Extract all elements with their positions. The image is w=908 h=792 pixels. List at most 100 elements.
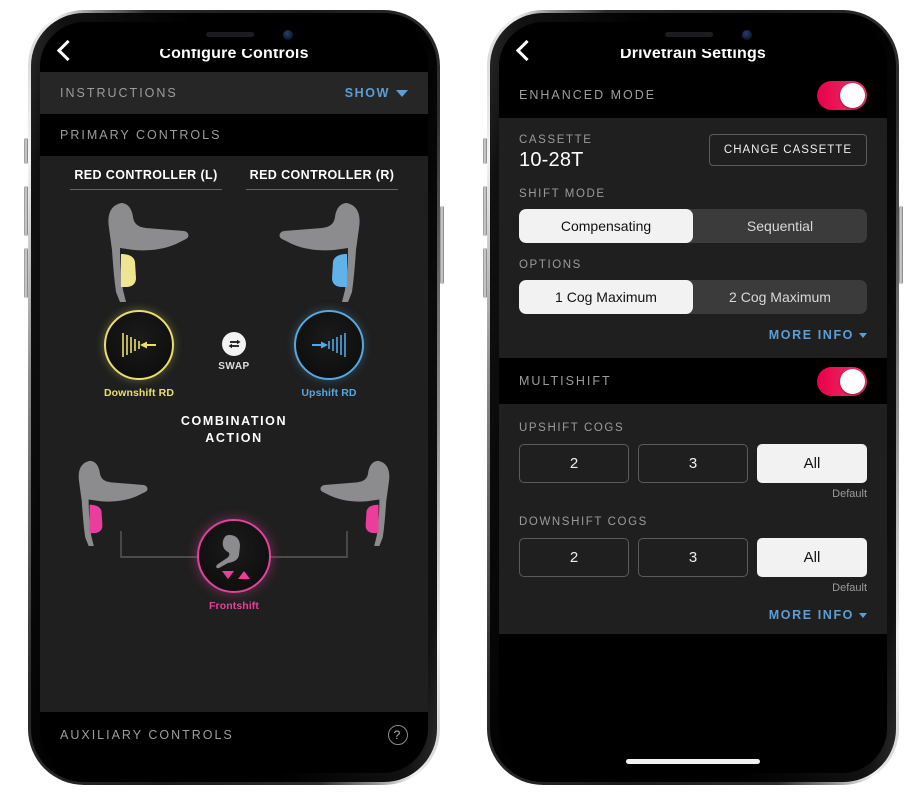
notch-right [604,22,782,49]
options-label: OPTIONS [519,259,582,271]
multishift-card: UPSHIFT COGS 2 3 All Default DOWNSHIFT C… [499,404,887,634]
downshift-cogs-label: DOWNSHIFT COGS [519,516,648,528]
right-phone-bezel: Drivetrain Settings ENHANCED MODE CASSET… [490,13,896,782]
mute-switch-right[interactable] [483,138,487,164]
back-chevron-icon-right[interactable] [515,39,538,62]
upshift-rd-icon[interactable] [294,310,364,380]
question-mark-icon[interactable]: ? [388,725,408,745]
options-option-1cog[interactable]: 1 Cog Maximum [519,280,693,314]
instructions-row[interactable]: INSTRUCTIONS SHOW [40,72,428,114]
swap-arrows-icon[interactable] [222,331,246,356]
mute-switch[interactable] [24,138,28,164]
upshift-rd-label: Upshift RD [301,387,357,399]
downshift-cog-3[interactable]: 3 [638,538,748,577]
shifter-right-graphic [234,196,410,306]
right-phone-device: Drivetrain Settings ENHANCED MODE CASSET… [483,10,903,785]
enhanced-mode-row: ENHANCED MODE [499,72,887,118]
left-phone-device: Configure Controls INSTRUCTIONS SHOW PRI… [24,10,444,785]
help-glyph: ? [393,728,403,742]
volume-up-button[interactable] [24,186,28,236]
controller-right-title: RED CONTROLLER (R) [245,168,399,190]
earpiece-speaker-icon-right [665,32,714,37]
volume-up-button-right[interactable] [483,186,487,236]
multishift-toggle[interactable] [817,366,867,396]
crankset-icon [216,535,250,579]
power-button-right[interactable] [899,206,903,284]
shifter-left-graphic [58,196,234,306]
more-info-bottom-row[interactable]: MORE INFO [519,606,867,624]
swap-label: SWAP [218,360,250,372]
downshift-assignment[interactable]: Downshift RD [74,310,204,399]
multishift-row: MULTISHIFT [499,358,887,404]
configure-controls-screen: Configure Controls INSTRUCTIONS SHOW PRI… [40,22,428,773]
front-camera-icon-right [742,30,752,40]
home-indicator[interactable] [626,759,760,764]
cassette-downshift-icon [122,333,156,357]
back-chevron-icon[interactable] [56,39,79,62]
primary-controls-panel: RED CONTROLLER (L) RED CONTROLLER (R) Do… [40,156,428,712]
combination-title-line2: ACTION [205,431,263,445]
options-option-2cog[interactable]: 2 Cog Maximum [693,280,867,314]
downshift-cog-all[interactable]: All [757,538,867,577]
downshift-default-note: Default [832,582,867,594]
shift-mode-option-compensating[interactable]: Compensating [519,209,693,243]
downshift-cog-2[interactable]: 2 [519,538,629,577]
shift-mode-segmented-control[interactable]: Compensating Sequential [519,209,867,243]
enhanced-mode-label: ENHANCED MODE [519,88,657,102]
primary-controls-label: PRIMARY CONTROLS [60,128,222,142]
more-info-top-label: MORE INFO [768,328,854,342]
upshift-default-note: Default [832,488,867,500]
more-info-bottom-button[interactable]: MORE INFO [769,608,867,622]
controller-columns: RED CONTROLLER (L) RED CONTROLLER (R) [40,156,428,306]
controller-right: RED CONTROLLER (R) [234,166,410,306]
change-cassette-button[interactable]: CHANGE CASSETTE [708,134,867,166]
upshift-cogs-group[interactable]: 2 3 All [519,444,867,483]
more-info-top-button[interactable]: MORE INFO [769,328,867,342]
brake-hood-left-icon [108,203,189,302]
options-segmented-control[interactable]: 1 Cog Maximum 2 Cog Maximum [519,280,867,314]
downshift-cogs-group[interactable]: 2 3 All [519,538,867,577]
chevron-down-icon [396,89,408,97]
instructions-show-toggle[interactable]: SHOW [345,86,408,100]
cassette-upshift-icon [312,333,346,357]
chevron-down-icon-top [859,332,867,338]
shift-mode-label: SHIFT MODE [519,188,606,200]
frontshift-assignment[interactable]: Frontshift [197,519,271,612]
swap-button[interactable]: SWAP [204,331,264,372]
drivetrain-settings-card: CASSETTE 10-28T CHANGE CASSETTE SHIFT MO… [499,118,887,358]
upshift-cog-all[interactable]: All [757,444,867,483]
upshift-assignment[interactable]: Upshift RD [264,310,394,399]
left-phone-bezel: Configure Controls INSTRUCTIONS SHOW PRI… [31,13,437,782]
cassette-info: CASSETTE 10-28T [519,134,593,172]
combination-action-title: COMBINATION ACTION [40,413,428,447]
more-info-top-row[interactable]: MORE INFO [519,326,867,344]
cassette-row: CASSETTE 10-28T CHANGE CASSETTE [519,134,867,172]
more-info-bottom-label: MORE INFO [768,608,854,622]
cassette-label: CASSETTE [519,134,593,146]
chevron-down-icon-bottom [859,612,867,618]
shift-mode-option-sequential[interactable]: Sequential [693,209,867,243]
power-button[interactable] [440,206,444,284]
auxiliary-controls-row[interactable]: AUXILIARY CONTROLS ? [40,712,428,758]
volume-down-button[interactable] [24,248,28,298]
instructions-label: INSTRUCTIONS [60,86,178,100]
show-label: SHOW [344,86,390,100]
volume-down-button-right[interactable] [483,248,487,298]
auxiliary-controls-label: AUXILIARY CONTROLS [60,728,234,742]
screenshot-stage: Configure Controls INSTRUCTIONS SHOW PRI… [0,0,908,792]
controller-left: RED CONTROLLER (L) [58,166,234,306]
enhanced-mode-toggle[interactable] [817,80,867,110]
upshift-cog-3[interactable]: 3 [638,444,748,483]
upshift-cog-2[interactable]: 2 [519,444,629,483]
earpiece-speaker-icon [206,32,255,37]
action-assignment-row: Downshift RD SWAP Upshift RD [40,310,428,399]
brake-hood-right-icon [279,203,360,302]
downshift-rd-icon[interactable] [104,310,174,380]
downshift-rd-label: Downshift RD [103,387,175,399]
drivetrain-settings-screen: Drivetrain Settings ENHANCED MODE CASSET… [499,22,887,773]
frontshift-icon[interactable] [197,519,271,593]
front-camera-icon [283,30,293,40]
notch [145,22,323,49]
upshift-cogs-label: UPSHIFT COGS [519,422,625,434]
frontshift-label: Frontshift [209,600,259,612]
